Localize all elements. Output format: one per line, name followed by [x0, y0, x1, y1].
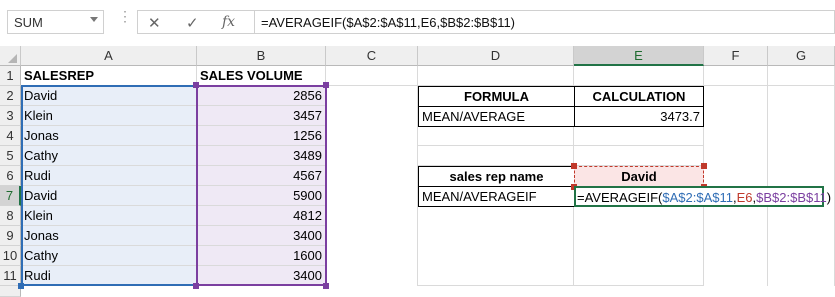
cell-b1[interactable]: SALES VOLUME [197, 66, 326, 86]
spreadsheet-grid: A B C D E F G 1 2 3 4 5 6 7 8 9 10 11 SA… [0, 46, 835, 297]
row-header[interactable]: 2 [0, 86, 21, 106]
cell-d6[interactable]: sales rep name [418, 166, 575, 187]
row-header[interactable]: 9 [0, 226, 21, 246]
range-handle[interactable] [571, 163, 577, 169]
column-header-e[interactable]: E [574, 46, 704, 66]
row-header[interactable]: 4 [0, 126, 21, 146]
range-handle[interactable] [701, 163, 707, 169]
range-highlight-b [196, 85, 327, 286]
close-icon[interactable]: ✕ [148, 14, 161, 32]
formula-ref-e6: E6 [736, 190, 753, 205]
cell-range-empty[interactable] [574, 207, 704, 286]
range-handle[interactable] [323, 283, 329, 289]
formula-part: =AVERAGEIF( [577, 190, 663, 205]
row-header[interactable]: 5 [0, 146, 21, 166]
cell-range-empty[interactable] [326, 86, 418, 286]
drag-handle-icon[interactable]: ⋮ [118, 9, 132, 30]
row-header[interactable]: 8 [0, 206, 21, 226]
range-highlight-a [21, 85, 198, 286]
formula-ref-range-b: $B$2:$B$11 [756, 190, 827, 205]
cell[interactable] [574, 146, 704, 166]
range-handle[interactable] [193, 82, 199, 88]
cell[interactable] [574, 127, 704, 146]
cell[interactable] [768, 66, 835, 86]
column-header-d[interactable]: D [418, 46, 574, 66]
row-header[interactable]: 6 [0, 166, 21, 186]
cell[interactable] [418, 146, 574, 166]
cell-range-empty[interactable] [418, 207, 574, 286]
cell-e7-editing[interactable]: =AVERAGEIF($A$2:$A$11,E6,$B$2:$B$11) [574, 186, 831, 207]
column-header-a[interactable]: A [21, 46, 197, 66]
cell[interactable] [326, 66, 418, 86]
range-handle[interactable] [18, 283, 24, 289]
chevron-down-icon[interactable] [90, 17, 98, 22]
cell[interactable] [418, 66, 574, 86]
column-header-f[interactable]: F [704, 46, 768, 66]
column-header-g[interactable]: G [768, 46, 835, 66]
cell-e6[interactable]: David [574, 166, 704, 187]
column-header-b[interactable]: B [197, 46, 326, 66]
cell-a1[interactable]: SALESREP [21, 66, 197, 86]
row-header[interactable]: 7 [0, 186, 21, 206]
cell-e3[interactable]: 3473.7 [574, 106, 704, 127]
insert-function-button[interactable]: fx [222, 14, 235, 30]
select-all-button[interactable] [0, 46, 21, 66]
column-header-c[interactable]: C [326, 46, 418, 66]
cell-d2[interactable]: FORMULA [418, 86, 575, 107]
cell-e2[interactable]: CALCULATION [574, 86, 704, 107]
cell-d7[interactable]: MEAN/AVERAGEIF [418, 186, 575, 207]
formula-ref-range-a: $A$2:$A$11 [662, 190, 733, 205]
cell[interactable] [704, 66, 768, 86]
formula-bar: SUM ⋮ ✕ ✓ fx =AVERAGEIF($A$2:$A$11,E6,$B… [0, 0, 835, 46]
formula-part: ) [826, 190, 832, 205]
formula-input[interactable]: =AVERAGEIF($A$2:$A$11,E6,$B$2:$B$11) [254, 10, 835, 34]
row-header[interactable]: 3 [0, 106, 21, 126]
check-icon[interactable]: ✓ [186, 14, 199, 32]
range-handle[interactable] [323, 82, 329, 88]
cell-d3[interactable]: MEAN/AVERAGE [418, 106, 575, 127]
row-header[interactable]: 1 [0, 66, 21, 86]
range-handle[interactable] [193, 283, 199, 289]
cell[interactable] [574, 66, 704, 86]
name-box[interactable]: SUM [7, 10, 104, 34]
row-header[interactable]: 10 [0, 246, 21, 266]
cell[interactable] [418, 127, 574, 146]
